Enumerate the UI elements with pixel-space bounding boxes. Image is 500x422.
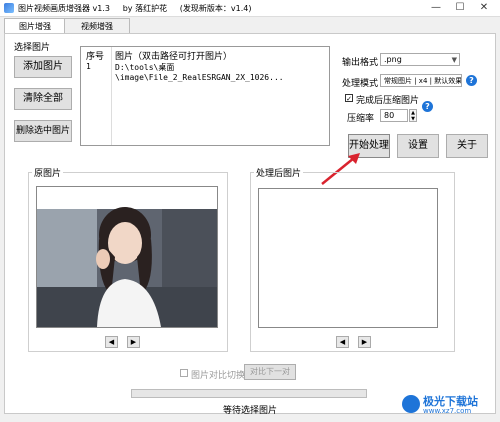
- table-row[interactable]: 1 D:\tools\桌面\image\File_2_RealESRGAN_2X…: [81, 62, 329, 82]
- help-icon[interactable]: ?: [422, 101, 433, 112]
- new-version-link[interactable]: (发现新版本：v1.4): [180, 4, 252, 13]
- select-images-label: 选择图片: [14, 43, 51, 53]
- compare-next-button[interactable]: 对比下一对: [244, 364, 296, 380]
- compress-after-checkbox[interactable]: ✓: [345, 94, 353, 103]
- watermark-logo: [402, 395, 420, 413]
- row-index: 1: [86, 62, 91, 71]
- app-icon: [4, 3, 14, 13]
- compression-label: 压缩率: [347, 114, 375, 124]
- header-path: 图片（双击路径可打开图片）: [115, 52, 233, 62]
- output-format-value: .png: [384, 55, 402, 64]
- progress-bar: [131, 389, 367, 398]
- about-button[interactable]: 关于: [446, 134, 488, 158]
- watermark-url: www.xz7.com: [423, 407, 472, 415]
- tab-video-enhance[interactable]: 视频增强: [64, 18, 130, 34]
- process-mode-label: 处理模式: [342, 79, 379, 89]
- maximize-button[interactable]: ☐: [452, 1, 468, 15]
- prev-original-button[interactable]: ◀: [105, 336, 118, 348]
- processed-image-view[interactable]: [258, 188, 438, 328]
- compression-value: 80: [384, 111, 395, 120]
- window-title: 图片视频画质增强器 v1.3 by 落红护花 (发现新版本：v1.4): [18, 3, 252, 14]
- original-image-title: 原图片: [32, 166, 64, 179]
- minimize-button[interactable]: —: [428, 1, 444, 15]
- file-list[interactable]: 序号 图片（双击路径可打开图片） 1 D:\tools\桌面\image\Fil…: [80, 46, 330, 146]
- app-author: by 落红护花: [122, 4, 168, 13]
- clear-all-button[interactable]: 清除全部: [14, 88, 72, 110]
- close-button[interactable]: ✕: [476, 1, 492, 15]
- settings-button[interactable]: 设置: [397, 134, 439, 158]
- row-path[interactable]: D:\tools\桌面\image\File_2_RealESRGAN_2X_1…: [115, 62, 329, 82]
- compare-toggle-checkbox[interactable]: [180, 369, 188, 377]
- file-list-header: 序号 图片（双击路径可打开图片）: [81, 48, 329, 62]
- chevron-down-icon: ▼: [451, 56, 457, 64]
- help-icon[interactable]: ?: [466, 75, 477, 86]
- add-image-button[interactable]: 添加图片: [14, 56, 72, 78]
- original-image-view[interactable]: [36, 186, 218, 328]
- app-title: 图片视频画质增强器 v1.3: [18, 4, 110, 13]
- process-mode-select[interactable]: 常规图片 | x4 | 默认效果: [380, 74, 462, 87]
- output-format-select[interactable]: .png ▼: [380, 53, 460, 66]
- compare-toggle-label: 图片对比切换: [191, 371, 246, 381]
- compress-after-label: 完成后压缩图片: [356, 96, 420, 106]
- output-format-label: 输出格式: [342, 58, 379, 68]
- processed-image-title: 处理后图片: [254, 166, 304, 179]
- next-original-button[interactable]: ▶: [127, 336, 140, 348]
- remove-selected-button[interactable]: 删除选中图片: [14, 120, 72, 142]
- compression-stepper[interactable]: ▲ ▼: [409, 109, 417, 122]
- compression-input[interactable]: 80: [380, 109, 408, 122]
- header-index: 序号: [86, 52, 105, 62]
- next-processed-button[interactable]: ▶: [358, 336, 371, 348]
- portrait-image: [37, 187, 217, 327]
- prev-processed-button[interactable]: ◀: [336, 336, 349, 348]
- process-mode-value: 常规图片 | x4 | 默认效果: [384, 77, 462, 85]
